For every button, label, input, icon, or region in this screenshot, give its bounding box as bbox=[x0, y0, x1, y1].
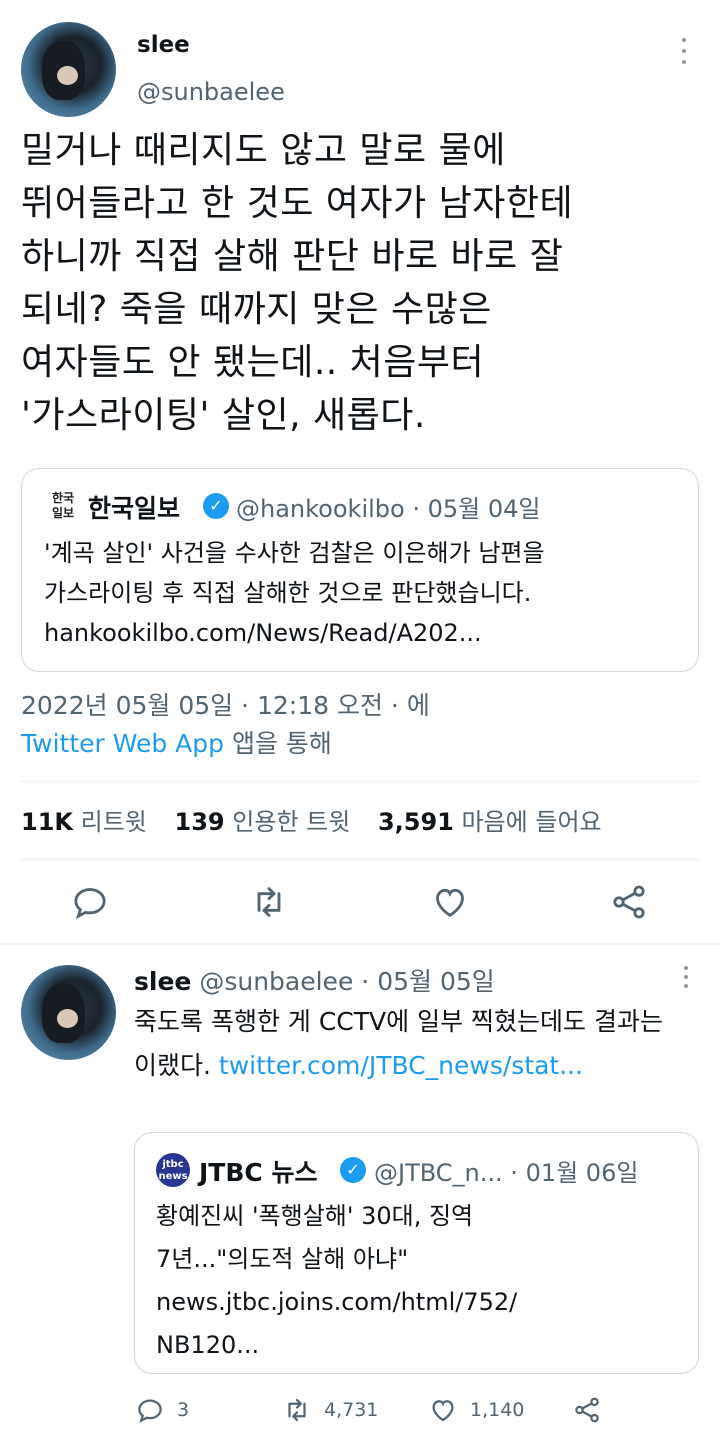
retweet-icon[interactable] bbox=[249, 882, 289, 922]
author-name[interactable]: slee bbox=[137, 32, 190, 58]
reply-button[interactable]: 3 bbox=[135, 1392, 189, 1428]
like-icon[interactable] bbox=[430, 882, 470, 922]
tweet-timestamp[interactable]: 2022년 05월 05일 · 12:18 오전 · 에 bbox=[21, 686, 430, 726]
quoted-text: 황예진씨 '폭행살해' 30대, 징역 7년..."의도적 살해 아냐" new… bbox=[156, 1202, 518, 1359]
meta-separator: · bbox=[510, 1159, 518, 1187]
quoted-text: '계곡 살인' 사건을 수사한 검찰은 이은해가 남편을 가스라이팅 후 직접 … bbox=[44, 539, 545, 647]
retweet-label[interactable]: 리트윗 bbox=[81, 808, 147, 836]
author-name[interactable]: slee bbox=[134, 967, 191, 996]
meta-separator: · bbox=[412, 495, 420, 523]
quoted-handle: @JTBC_n... bbox=[374, 1159, 503, 1187]
retweet-icon bbox=[288, 1398, 306, 1422]
quoted-date: 01월 06일 bbox=[525, 1159, 639, 1187]
divider bbox=[0, 943, 720, 945]
avatar[interactable] bbox=[21, 965, 116, 1060]
like-icon bbox=[432, 1400, 454, 1422]
reply-icon bbox=[138, 1399, 162, 1423]
quoted-author-name: JTBC 뉴스 bbox=[199, 1158, 318, 1187]
hankookilbo-logo-icon: 한국 일보 bbox=[51, 491, 75, 520]
tweet-date[interactable]: 05월 05일 bbox=[377, 967, 495, 996]
retweet-count[interactable]: 11K bbox=[21, 808, 73, 836]
reply-header: slee @sunbaelee · 05월 05일 bbox=[134, 962, 495, 998]
retweet-button[interactable]: 4,731 bbox=[282, 1392, 378, 1428]
quoted-handle: @hankookilbo bbox=[236, 495, 405, 523]
avatar[interactable] bbox=[21, 22, 116, 117]
tweet-stats: 11K 리트윗 139 인용한 트윗 3,591 마음에 들어요 bbox=[21, 804, 602, 840]
quote-label[interactable]: 인용한 트윗 bbox=[232, 808, 350, 836]
share-icon[interactable] bbox=[609, 882, 649, 922]
author-handle[interactable]: @sunbaelee bbox=[137, 78, 285, 106]
share-button[interactable] bbox=[572, 1392, 614, 1428]
tweet-source: Twitter Web App 앱을 통해 bbox=[21, 724, 332, 764]
author-handle[interactable]: @sunbaelee bbox=[199, 967, 353, 996]
source-link[interactable]: Twitter Web App bbox=[21, 729, 224, 758]
quoted-author-name: 한국일보 bbox=[88, 494, 181, 523]
quoted-tweet[interactable]: 한국 일보 한국일보 ✓ @hankookilbo · 05월 04일 '계곡 살… bbox=[21, 468, 699, 672]
divider bbox=[21, 859, 699, 860]
verified-badge-icon: ✓ bbox=[340, 1157, 366, 1183]
tweet-text: 밀거나 때리지도 않고 말로 물에 뛰어들라고 한 것도 여자가 남자한테 하니… bbox=[21, 130, 574, 436]
more-icon[interactable] bbox=[676, 38, 692, 64]
like-count: 1,140 bbox=[470, 1399, 525, 1421]
verified-badge-icon: ✓ bbox=[203, 493, 229, 519]
reply-icon[interactable] bbox=[70, 882, 110, 922]
meta-separator: · bbox=[361, 967, 370, 996]
like-count[interactable]: 3,591 bbox=[378, 808, 454, 836]
share-icon bbox=[575, 1397, 599, 1423]
divider bbox=[21, 781, 699, 782]
quoted-meta: @hankookilbo · 05월 04일 bbox=[236, 489, 541, 524]
tweet-link[interactable]: twitter.com/JTBC_news/stat... bbox=[219, 1051, 583, 1080]
quoted-meta: @JTBC_n... · 01월 06일 bbox=[374, 1153, 638, 1188]
quoted-tweet[interactable]: jtbc news JTBC 뉴스 ✓ @JTBC_n... · 01월 06일 … bbox=[134, 1132, 699, 1374]
tweet-text: 죽도록 폭행한 게 CCTV에 일부 찍혔는데도 결과는 이랬다. twitte… bbox=[134, 1000, 684, 1088]
like-button[interactable]: 1,140 bbox=[428, 1392, 524, 1428]
source-suffix: 앱을 통해 bbox=[224, 729, 332, 758]
like-label[interactable]: 마음에 들어요 bbox=[462, 808, 602, 836]
jtbc-logo-icon: jtbc news bbox=[156, 1153, 190, 1187]
quote-count[interactable]: 139 bbox=[175, 808, 225, 836]
reply-count: 3 bbox=[177, 1399, 190, 1421]
more-icon[interactable] bbox=[678, 966, 694, 988]
retweet-count: 4,731 bbox=[324, 1399, 379, 1421]
quoted-date: 05월 04일 bbox=[427, 495, 541, 523]
